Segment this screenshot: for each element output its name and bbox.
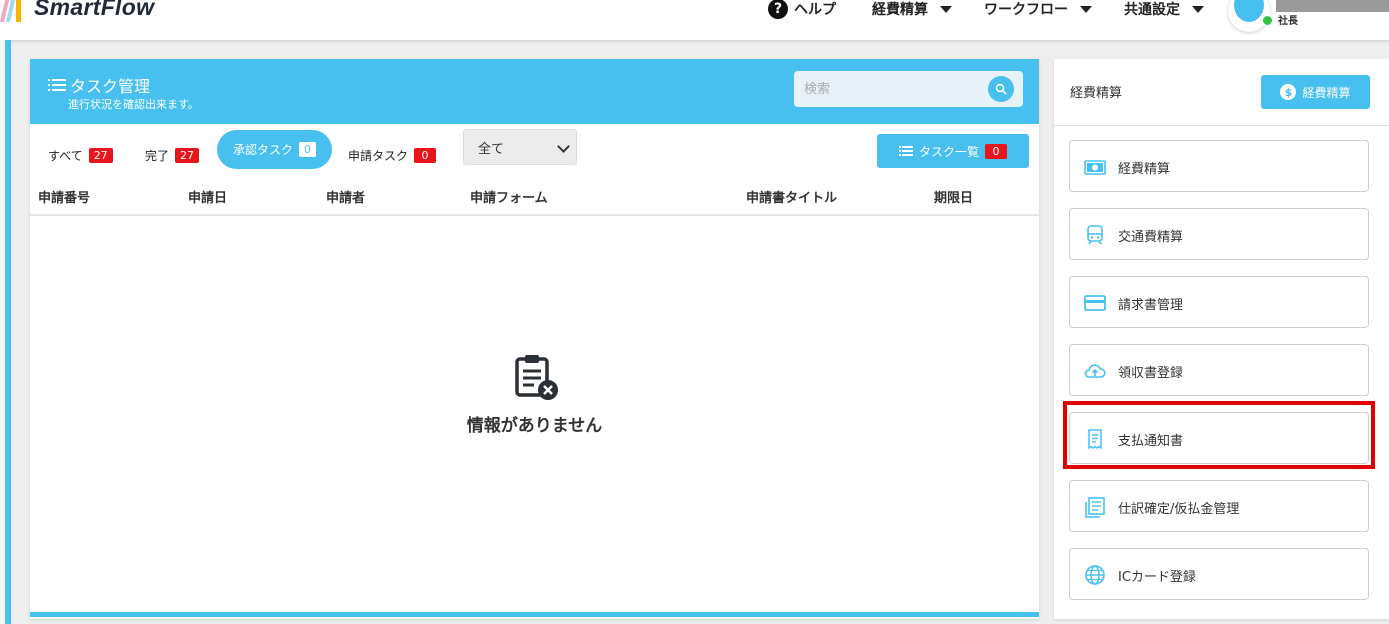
train-icon — [1087, 225, 1103, 245]
panel-bottom-bar — [30, 612, 1039, 617]
side-panel-divider — [1054, 125, 1389, 126]
table-header-divider — [30, 214, 1039, 216]
column-header-request-number[interactable]: 申請番号 — [38, 187, 90, 206]
task-list-label: タスク一覧 — [918, 144, 979, 159]
search-button[interactable] — [988, 76, 1014, 102]
column-header-form[interactable]: 申請フォーム — [470, 187, 548, 206]
nav-workflow-label: ワークフロー — [984, 2, 1068, 18]
chevron-down-icon — [557, 140, 570, 153]
expense-button-label: 経費精算 — [1302, 85, 1351, 100]
cloud-upload-icon — [1084, 364, 1106, 378]
expense-button[interactable]: $ 経費精算 — [1261, 75, 1370, 109]
search-input[interactable] — [794, 71, 1004, 107]
filter-completed-count: 27 — [175, 147, 200, 163]
top-navbar: SmartFlow ? ヘルプ 経費精算 ワークフロー 共通設定 社長 — [0, 0, 1389, 40]
list-icon — [898, 146, 913, 156]
dollar-icon: $ — [1280, 84, 1297, 100]
help-link[interactable]: ? ヘルプ — [768, 0, 836, 19]
menu-journal[interactable]: 仕訳確定/仮払金管理 — [1069, 480, 1369, 532]
column-header-request-date[interactable]: 申請日 — [188, 187, 227, 206]
list-icon — [48, 79, 66, 91]
menu-expense[interactable]: 経費精算 — [1069, 140, 1369, 192]
status-select-value: 全て — [478, 141, 505, 157]
menu-receipt-register[interactable]: 領収書登録 — [1069, 344, 1369, 396]
nav-expense-label: 経費精算 — [872, 2, 928, 18]
filter-request-count: 0 — [414, 147, 437, 163]
nav-workflow-menu[interactable]: ワークフロー — [984, 0, 1092, 18]
credit-card-icon — [1084, 295, 1106, 311]
expense-side-panel: 経費精算 $ 経費精算 経費精算 交通費精算 請求書管理 領収書登録 支払通知書… — [1054, 59, 1389, 619]
globe-icon — [1085, 565, 1105, 585]
menu-receipt-register-label: 領収書登録 — [1118, 366, 1184, 381]
column-header-title[interactable]: 申請書タイトル — [746, 187, 837, 206]
caret-down-icon — [940, 5, 952, 13]
menu-ic-card-label: ICカード登録 — [1118, 570, 1196, 585]
task-panel-header: タスク管理 進行状況を確認出来ます。 — [30, 59, 1039, 124]
filter-completed[interactable]: 完了 27 — [145, 144, 200, 166]
task-list-button[interactable]: タスク一覧 0 — [877, 134, 1029, 168]
menu-expense-label: 経費精算 — [1118, 162, 1171, 177]
panel-title-text: タスク管理 — [70, 77, 151, 96]
filter-completed-label: 完了 — [145, 148, 170, 163]
caret-down-icon — [1192, 5, 1204, 13]
menu-transport-label: 交通費精算 — [1118, 230, 1184, 245]
caret-down-icon — [1080, 5, 1092, 13]
user-role: 社長 — [1278, 16, 1298, 27]
avatar-figure-icon — [1234, 0, 1264, 22]
help-label: ヘルプ — [794, 2, 836, 18]
panel-title: タスク管理 — [48, 73, 150, 97]
clipboard-x-icon — [515, 355, 558, 400]
journal-icon — [1085, 497, 1105, 518]
menu-invoice[interactable]: 請求書管理 — [1069, 276, 1369, 328]
logo-mark-icon — [0, 0, 21, 22]
filter-request-tasks[interactable]: 申請タスク 0 — [348, 144, 437, 166]
menu-invoice-label: 請求書管理 — [1118, 298, 1184, 313]
column-header-due-date[interactable]: 期限日 — [934, 187, 973, 206]
left-accent-bar — [5, 40, 11, 624]
task-list-count: 0 — [985, 143, 1007, 159]
help-icon: ? — [768, 0, 788, 19]
empty-state-message: 情報がありません — [466, 416, 603, 436]
filter-all-label: すべて — [48, 148, 83, 163]
filter-request-label: 申請タスク — [348, 148, 409, 163]
highlight-box — [1063, 401, 1375, 469]
money-icon — [1084, 160, 1106, 175]
search-box — [794, 71, 1023, 107]
filter-all-count: 27 — [88, 147, 113, 163]
panel-subtitle: 進行状況を確認出来ます。 — [68, 98, 199, 111]
column-header-applicant[interactable]: 申請者 — [326, 187, 365, 206]
search-icon — [995, 83, 1007, 95]
status-select[interactable]: 全て — [463, 129, 577, 165]
nav-expense-menu[interactable]: 経費精算 — [872, 0, 952, 18]
filter-approval-label: 承認タスク — [232, 143, 293, 157]
filter-all[interactable]: すべて 27 — [48, 144, 113, 166]
task-management-panel: タスク管理 進行状況を確認出来ます。 すべて 27 完了 27 承認タスク 0 … — [30, 59, 1039, 619]
menu-ic-card[interactable]: ICカード登録 — [1069, 548, 1369, 600]
filter-approval-tasks[interactable]: 承認タスク 0 — [217, 130, 332, 169]
filter-approval-count: 0 — [299, 142, 316, 157]
app-logo[interactable]: SmartFlow — [34, 0, 154, 21]
menu-transport[interactable]: 交通費精算 — [1069, 208, 1369, 260]
nav-settings-menu[interactable]: 共通設定 — [1124, 0, 1204, 18]
online-status-icon — [1262, 15, 1273, 26]
user-name-redacted — [1276, 0, 1389, 12]
nav-settings-label: 共通設定 — [1124, 2, 1180, 18]
side-panel-title: 経費精算 — [1070, 86, 1123, 101]
menu-journal-label: 仕訳確定/仮払金管理 — [1118, 502, 1240, 517]
